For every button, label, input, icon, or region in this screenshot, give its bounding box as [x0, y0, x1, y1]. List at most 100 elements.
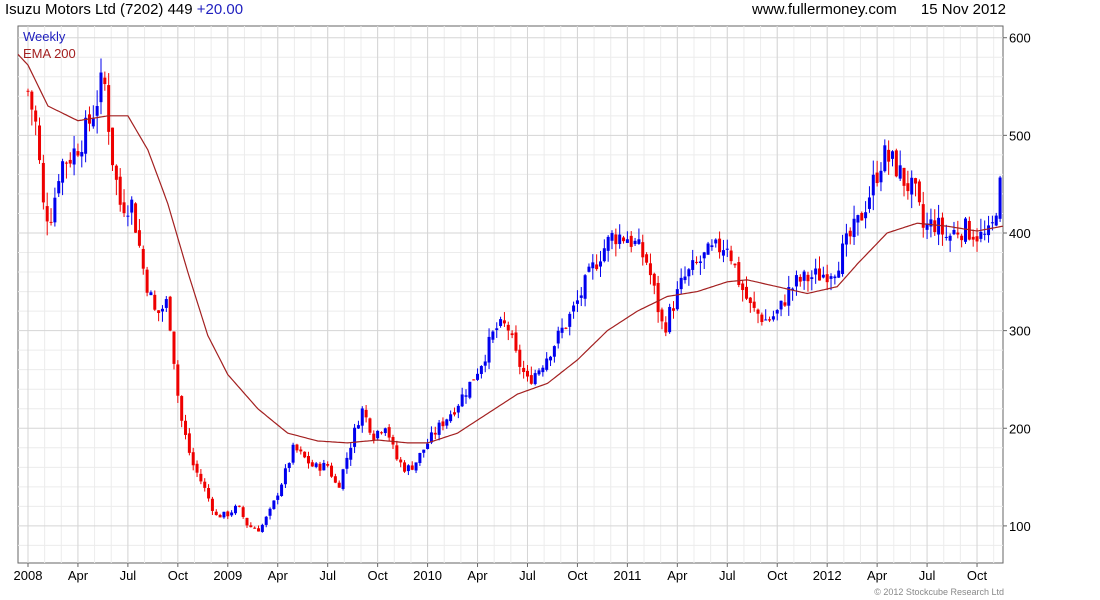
legend-ema: EMA 200	[23, 46, 76, 61]
candle-body	[518, 349, 522, 367]
candle-body	[875, 172, 879, 184]
candle-body	[525, 370, 529, 377]
candle-body	[195, 463, 199, 473]
x-tick-label: Apr	[467, 568, 488, 583]
candle-body	[698, 261, 702, 264]
chart-window: Isuzu Motors Ltd (7202) 449 +20.00 www.f…	[0, 0, 1100, 600]
candle-body	[844, 233, 848, 245]
y-tick-label: 100	[1009, 519, 1031, 534]
candle-body	[191, 452, 195, 466]
x-tick-label: Jul	[319, 568, 336, 583]
candle-body	[683, 276, 687, 281]
candle-body	[245, 517, 249, 526]
candle-body	[130, 199, 134, 213]
candle-body	[633, 240, 637, 245]
candle-body	[587, 266, 591, 272]
candle-body	[368, 418, 372, 433]
candle-body	[76, 151, 80, 156]
candle-body	[184, 420, 188, 435]
candle-body	[817, 268, 821, 281]
candle-body	[641, 242, 645, 258]
candle-body	[441, 421, 445, 427]
candle-body	[91, 118, 95, 127]
candle-body	[222, 511, 226, 518]
candle-body	[38, 125, 42, 161]
candle-body	[729, 250, 733, 262]
candle-body	[748, 297, 752, 304]
candle-body	[418, 452, 422, 464]
candle-body	[345, 457, 349, 469]
candle-body	[218, 514, 222, 518]
candle-body	[852, 218, 856, 237]
candle-body	[687, 269, 691, 277]
candle-body	[721, 250, 725, 256]
candle-body	[933, 220, 937, 233]
candle-body	[760, 314, 764, 323]
candle-body	[141, 248, 145, 269]
candle-body	[783, 302, 787, 306]
candle-body	[153, 294, 157, 310]
candle-body	[383, 428, 387, 434]
candle-body	[495, 328, 499, 330]
candle-body	[287, 463, 291, 469]
candle-body	[468, 381, 472, 398]
y-tick-label: 600	[1009, 31, 1031, 46]
candle-body	[360, 408, 364, 426]
candle-body	[987, 225, 991, 236]
candle-body	[422, 449, 426, 453]
candle-body	[744, 286, 748, 299]
candle-body	[26, 90, 30, 92]
candle-body	[176, 364, 180, 396]
candle-body	[210, 498, 214, 511]
candle-body	[618, 234, 622, 245]
candle-body	[645, 254, 649, 263]
x-tick-label: Oct	[567, 568, 588, 583]
candle-body	[960, 235, 964, 241]
candle-body	[330, 465, 334, 477]
candle-body	[326, 464, 330, 466]
candle-body	[280, 484, 284, 496]
candle-body	[506, 324, 510, 331]
candle-body	[379, 432, 383, 434]
x-tick-label: Jul	[120, 568, 137, 583]
x-tick-label: 2010	[413, 568, 442, 583]
candle-body	[952, 229, 956, 235]
candle-body	[207, 488, 211, 499]
candle-body	[848, 230, 852, 237]
candle-body	[433, 432, 437, 435]
candle-body	[675, 289, 679, 310]
candle-body	[568, 313, 572, 327]
candle-body	[625, 239, 629, 243]
candle-body	[971, 236, 975, 240]
candle-body	[399, 459, 403, 463]
x-tick-label: Jul	[919, 568, 936, 583]
candle-body	[598, 261, 602, 267]
candle-body	[172, 331, 176, 364]
candle-body	[564, 327, 568, 329]
candle-body	[856, 215, 860, 223]
candle-body	[648, 263, 652, 276]
candle-body	[291, 444, 295, 463]
candle-body	[126, 215, 130, 217]
candle-body	[337, 482, 341, 488]
candle-body	[679, 277, 683, 290]
candle-body	[303, 451, 307, 458]
candle-body	[890, 151, 894, 159]
candle-body	[898, 165, 902, 179]
candle-body	[49, 221, 53, 223]
candle-body	[998, 177, 1002, 219]
x-tick-label: Apr	[268, 568, 289, 583]
candle-body	[502, 320, 506, 324]
candle-body	[810, 277, 814, 279]
candle-body	[864, 212, 868, 219]
candle-body	[145, 269, 149, 293]
candle-body	[691, 260, 695, 270]
candle-body	[983, 233, 987, 235]
candle-body	[137, 230, 141, 246]
candle-body	[860, 212, 864, 221]
candle-body	[629, 235, 633, 247]
x-tick-label: Apr	[68, 568, 89, 583]
candle-body	[541, 367, 545, 373]
candle-body	[806, 274, 810, 282]
candle-body	[779, 300, 783, 310]
